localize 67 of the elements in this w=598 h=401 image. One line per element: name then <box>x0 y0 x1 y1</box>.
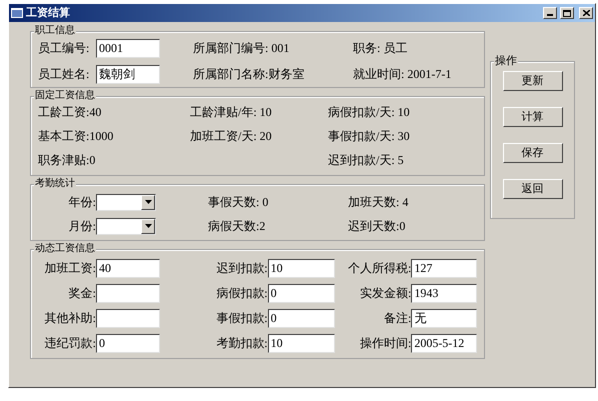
info-text: 所属部门编号: 001 <box>193 40 290 57</box>
app-icon <box>11 8 23 18</box>
group-title: 职工信息 <box>34 25 76 37</box>
info-text: 迟到天数:0 <box>348 218 406 235</box>
input-field[interactable]: 0 <box>268 308 335 328</box>
input-field[interactable]: 2005-5-12 <box>411 334 478 352</box>
info-text: 职务: 员工 <box>353 40 408 57</box>
field-label: 加班工资: <box>44 260 96 277</box>
field-label: 奖金: <box>68 285 96 302</box>
info-text: 工龄工资:40 <box>38 104 102 121</box>
input-field[interactable]: 0001 <box>96 38 160 58</box>
info-text: 就业时间: 2001-7-1 <box>353 66 452 83</box>
action-button[interactable]: 保存 <box>502 143 562 163</box>
field-label: 个人所得税: <box>346 260 412 277</box>
action-button[interactable]: 返回 <box>502 179 562 199</box>
field-label: 年份: <box>68 194 96 211</box>
info-text: 加班工资/天: 20 <box>190 128 272 145</box>
field-label: 月份: <box>68 218 96 235</box>
dropdown[interactable] <box>96 194 156 210</box>
field-label: 操作时间: <box>358 335 412 352</box>
input-field[interactable]: 40 <box>96 258 160 278</box>
input-field[interactable]: 0 <box>268 284 335 302</box>
group-title: 考勤统计 <box>34 178 76 190</box>
field-label: 备注: <box>382 310 412 327</box>
field-label: 员工编号: <box>38 40 90 57</box>
info-text: 职务津贴:0 <box>38 152 96 169</box>
input-field[interactable]: 1943 <box>411 284 478 302</box>
group-title: 动态工资信息 <box>34 243 96 255</box>
close-button[interactable] <box>579 7 593 19</box>
field-label: 其他补助: <box>44 310 96 327</box>
field-label: 事假扣款: <box>215 310 268 327</box>
info-text: 所属部门名称:财务室 <box>193 66 304 83</box>
group-title: 固定工资信息 <box>34 90 96 102</box>
field-label: 病假扣款: <box>215 285 268 302</box>
action-button[interactable]: 计算 <box>502 107 562 127</box>
dropdown-arrow-icon <box>144 200 152 204</box>
info-text: 工龄津贴/年: 10 <box>190 104 272 121</box>
field-label: 员工姓名: <box>38 66 90 83</box>
field-label: 实发金额: <box>358 285 412 302</box>
input-field[interactable]: 无 <box>411 308 478 328</box>
maximize-icon <box>563 10 571 16</box>
input-field[interactable]: 10 <box>268 334 335 352</box>
close-icon <box>582 10 590 16</box>
input-field[interactable] <box>96 308 160 328</box>
minimize-icon <box>547 14 553 16</box>
info-text: 迟到扣款/天: 5 <box>328 152 404 169</box>
field-label: 考勤扣款: <box>215 335 268 352</box>
info-text: 事假扣款/天: 30 <box>328 128 410 145</box>
input-field[interactable]: 10 <box>268 258 335 278</box>
dropdown-arrow-icon <box>144 224 152 228</box>
input-field[interactable]: 魏朝剑 <box>96 64 160 84</box>
maximize-button[interactable] <box>560 7 574 19</box>
field-label: 迟到扣款: <box>215 260 268 277</box>
action-button[interactable]: 更新 <box>502 71 562 91</box>
field-label: 违纪罚款: <box>44 335 96 352</box>
window-title: 工资结算 <box>26 8 70 18</box>
input-field[interactable] <box>96 284 160 302</box>
input-field[interactable]: 127 <box>411 258 478 278</box>
info-text: 病假天数:2 <box>208 218 266 235</box>
minimize-button[interactable] <box>543 7 557 19</box>
info-text: 加班天数: 4 <box>348 194 408 211</box>
dropdown[interactable] <box>96 218 156 234</box>
info-text: 事假天数: 0 <box>208 194 268 211</box>
input-field[interactable]: 0 <box>96 334 160 352</box>
info-text: 病假扣款/天: 10 <box>328 104 410 121</box>
group-title: 操作 <box>494 55 518 67</box>
info-text: 基本工资:1000 <box>38 128 114 145</box>
